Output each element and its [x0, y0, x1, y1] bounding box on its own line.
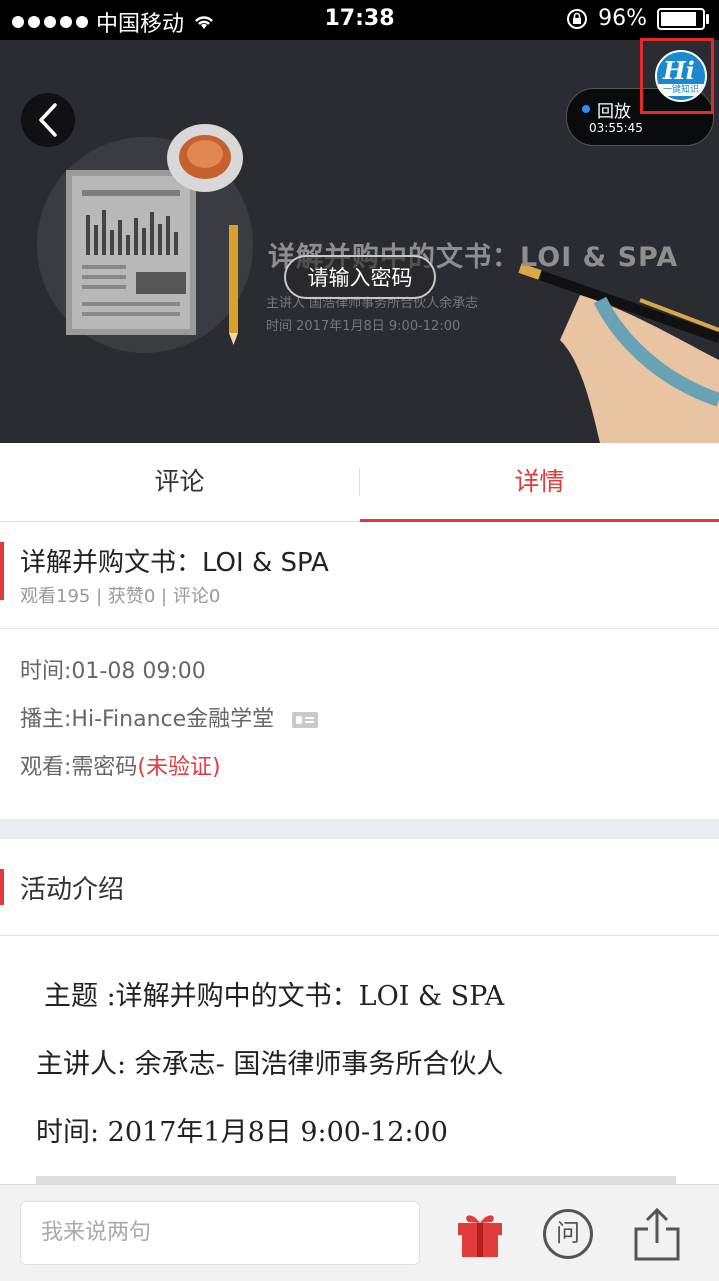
- battery-icon: [657, 7, 709, 30]
- intro-time: 时间: 2017年1月8日 9:00-12:00: [36, 1117, 448, 1148]
- logo-caption: 一键知识: [662, 85, 699, 95]
- accent-bar: [0, 869, 4, 905]
- verification-status[interactable]: (未验证): [137, 755, 220, 780]
- section-separator: [0, 819, 719, 839]
- accent-bar: [0, 542, 4, 600]
- truncated-text-line: [36, 1176, 676, 1184]
- intro-speaker: 主讲人: 余承志- 国浩律师事务所合伙人: [36, 1049, 504, 1080]
- event-stats: 观看195 | 获赞0 | 评论0: [20, 586, 221, 607]
- cover-time: 时间 2017年1月8日 9:00-12:00: [266, 319, 461, 334]
- ask-question-button[interactable]: 问: [543, 1209, 593, 1259]
- battery-fill: [661, 11, 696, 26]
- profile-card-icon[interactable]: [292, 712, 319, 728]
- event-title: 详解并购文书：LOI & SPA: [20, 548, 329, 578]
- replay-dot-icon: [582, 105, 590, 113]
- tab-details[interactable]: 详情: [360, 443, 719, 522]
- intro-body: 主题 :详解并购中的文书：LOI & SPA 主讲人: 余承志- 国浩律师事务所…: [0, 936, 719, 1184]
- rotation-lock-icon: [567, 8, 588, 29]
- status-right: 96%: [566, 6, 709, 31]
- intro-topic: 主题 :详解并购中的文书：LOI & SPA: [44, 981, 505, 1012]
- intro-heading: 活动介绍: [20, 875, 125, 905]
- back-button[interactable]: [21, 93, 75, 147]
- intro-header: 活动介绍: [0, 839, 719, 936]
- event-host: 播主:Hi-Finance金融学堂: [20, 707, 275, 732]
- logo-caption-strip: 一键知识: [657, 84, 705, 96]
- tab-comments[interactable]: 评论: [0, 443, 359, 521]
- watch-requirement: 观看:需密码: [20, 755, 138, 780]
- gift-icon[interactable]: [454, 1209, 506, 1259]
- chevron-left-icon: [39, 103, 57, 137]
- share-icon[interactable]: [632, 1207, 682, 1261]
- event-meta: 时间:01-08 09:00 播主:Hi-Finance金融学堂 观看:需密码(…: [0, 629, 719, 819]
- enter-password-button[interactable]: 请输入密码: [284, 255, 436, 299]
- event-time: 时间:01-08 09:00: [20, 659, 206, 684]
- logo-text: Hi: [663, 56, 695, 85]
- event-header: 详解并购文书：LOI & SPA 观看195 | 获赞0 | 评论0: [0, 522, 719, 629]
- replay-label: 回放: [597, 102, 631, 122]
- event-host-row[interactable]: 播主:Hi-Finance金融学堂: [20, 701, 319, 733]
- battery-percent: 96%: [598, 6, 647, 31]
- status-bar: 中国移动 17:38 96%: [0, 0, 719, 40]
- comment-input[interactable]: 我来说两句: [20, 1201, 420, 1265]
- bottom-bar: 我来说两句 问: [0, 1184, 719, 1281]
- replay-duration: 03:55:45: [589, 121, 643, 135]
- tab-bar: 评论 详情: [0, 443, 719, 522]
- channel-logo[interactable]: Hi 一键知识: [655, 50, 707, 102]
- video-player[interactable]: 详解并购中的文书：LOI & SPA 主讲人 国浩律师事务所合伙人余承志 时间 …: [0, 40, 719, 443]
- event-watch: 观看:需密码(未验证): [20, 749, 221, 781]
